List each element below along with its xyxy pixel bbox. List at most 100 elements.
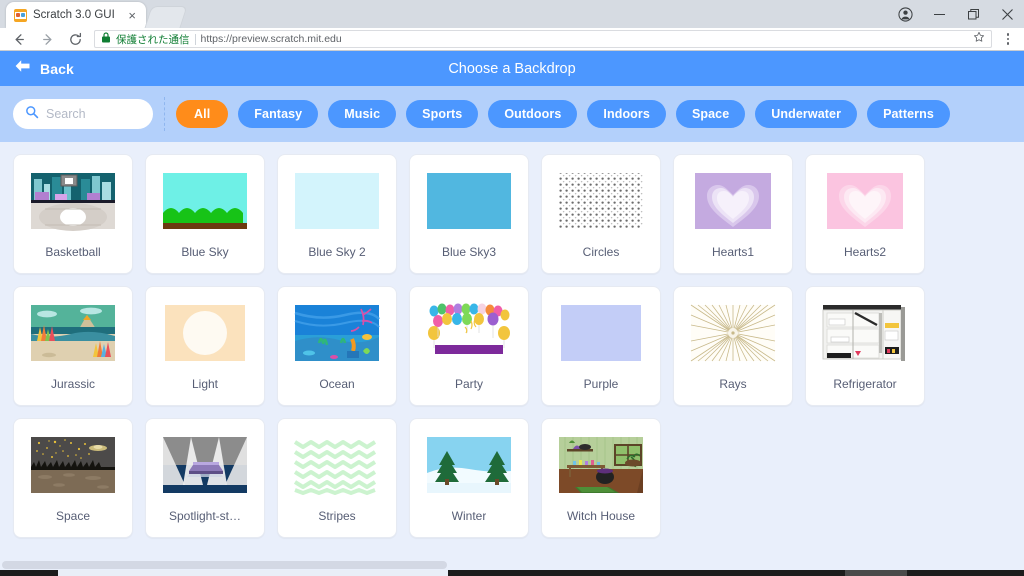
maximize-button[interactable]: [956, 0, 990, 28]
backdrop-name: Light: [191, 377, 219, 391]
backdrop-name: Stripes: [318, 509, 356, 523]
arrow-left-icon: [14, 59, 31, 78]
circles-thumb-icon: [559, 173, 643, 229]
backdrop-card[interactable]: Party: [409, 286, 529, 406]
backdrop-card[interactable]: Hearts1: [673, 154, 793, 274]
back-navigation-icon[interactable]: [6, 28, 32, 50]
backdrop-card[interactable]: Circles: [541, 154, 661, 274]
backdrop-thumbnail: [25, 165, 121, 237]
backdrop-name: Winter: [451, 509, 487, 523]
reload-icon[interactable]: [62, 28, 88, 50]
lock-icon: [101, 30, 111, 48]
scratch-backdrop-library: Back Choose a Backdrop All Fantasy Music: [0, 51, 1024, 570]
tag-sports[interactable]: Sports: [406, 100, 479, 128]
secure-connection-label: 保護された通信: [116, 33, 190, 46]
backdrop-name: Basketball: [45, 245, 101, 259]
tag-fantasy[interactable]: Fantasy: [238, 100, 319, 128]
purple-thumb-icon: [561, 305, 641, 361]
party-thumb-icon: [427, 303, 511, 361]
backdrop-name: Purple: [583, 377, 619, 391]
profile-icon[interactable]: [888, 0, 922, 28]
bookmark-star-icon[interactable]: [973, 30, 985, 48]
browser-tab[interactable]: Scratch 3.0 GUI ×: [6, 2, 146, 28]
tag-space[interactable]: Space: [675, 100, 746, 128]
backdrop-thumbnail: [421, 429, 517, 501]
backdrop-card[interactable]: Rays: [673, 286, 793, 406]
winter-thumb-icon: [427, 437, 511, 493]
backdrop-card[interactable]: Hearts2: [805, 154, 925, 274]
library-filter-bar: All Fantasy Music Sports Outdoors Indoor…: [0, 86, 1024, 142]
backdrop-thumbnail: [553, 165, 649, 237]
backdrop-thumbnail: [157, 297, 253, 369]
backdrop-card[interactable]: Blue Sky: [145, 154, 265, 274]
library-header: Back Choose a Backdrop: [0, 51, 1024, 86]
browser-menu-icon[interactable]: [998, 28, 1018, 50]
backdrop-card[interactable]: Basketball: [13, 154, 133, 274]
backdrop-card[interactable]: Winter: [409, 418, 529, 538]
backdrop-card[interactable]: Refrigerator: [805, 286, 925, 406]
backdrop-card[interactable]: Blue Sky 2: [277, 154, 397, 274]
backdrop-thumbnail: [817, 165, 913, 237]
backdrop-name: Rays: [719, 377, 747, 391]
stripes-thumb-icon: [293, 437, 379, 495]
backdrop-grid-scroll[interactable]: Basketball Blue Sky Blue Sky 2 Blue Sky3…: [0, 142, 1024, 570]
backdrop-card[interactable]: Space: [13, 418, 133, 538]
basketball-thumb-icon: [31, 173, 115, 231]
tag-music[interactable]: Music: [328, 100, 397, 128]
tag-patterns[interactable]: Patterns: [867, 100, 950, 128]
backdrop-name: Blue Sky 2: [308, 245, 366, 259]
tag-indoors[interactable]: Indoors: [587, 100, 666, 128]
light-thumb-icon: [165, 305, 245, 361]
backdrop-card[interactable]: Purple: [541, 286, 661, 406]
blue-sky-thumb-icon: [163, 173, 247, 229]
backdrop-thumbnail: [289, 297, 385, 369]
os-taskbar: [0, 570, 1024, 576]
backdrop-thumbnail: [157, 165, 253, 237]
spotlight-stage-thumb-icon: [163, 437, 247, 493]
backdrop-card[interactable]: Ocean: [277, 286, 397, 406]
tab-title: Scratch 3.0 GUI: [33, 9, 115, 21]
tag-underwater[interactable]: Underwater: [755, 100, 858, 128]
close-window-button[interactable]: [990, 0, 1024, 28]
scrollbar-thumb[interactable]: [2, 561, 447, 569]
search-input[interactable]: [46, 107, 141, 121]
minimize-button[interactable]: [922, 0, 956, 28]
backdrop-name: Jurassic: [50, 377, 95, 391]
backdrop-thumbnail: [289, 429, 385, 501]
jurassic-thumb-icon: [31, 305, 115, 361]
space-thumb-icon: [31, 437, 115, 493]
forward-navigation-icon[interactable]: [34, 28, 60, 50]
blue-sky-3-thumb-icon: [427, 173, 511, 229]
backdrop-thumbnail: [25, 297, 121, 369]
witch-house-thumb-icon: [559, 437, 643, 493]
new-tab-button[interactable]: [144, 6, 188, 28]
browser-window: Scratch 3.0 GUI × 保護された通信 https://previe…: [0, 0, 1024, 576]
backdrop-name: Refrigerator: [833, 377, 897, 391]
backdrop-thumbnail: [553, 429, 649, 501]
backdrop-card[interactable]: Witch House: [541, 418, 661, 538]
backdrop-name: Blue Sky3: [441, 245, 497, 259]
address-bar[interactable]: 保護された通信 https://preview.scratch.mit.edu: [94, 30, 992, 48]
backdrop-thumbnail: [817, 297, 913, 369]
tag-all[interactable]: All: [176, 100, 229, 128]
close-tab-icon[interactable]: ×: [126, 8, 138, 23]
backdrop-card[interactable]: Jurassic: [13, 286, 133, 406]
backdrop-name: Space: [55, 509, 91, 523]
backdrop-thumbnail: [289, 165, 385, 237]
filter-divider: [164, 97, 165, 131]
scratch-cat-favicon: [14, 8, 27, 22]
window-controls: [888, 0, 1024, 28]
search-box[interactable]: [13, 99, 153, 129]
backdrop-thumbnail: [685, 297, 781, 369]
backdrop-card[interactable]: Spotlight-st…: [145, 418, 265, 538]
backdrop-card[interactable]: Light: [145, 286, 265, 406]
backdrop-card[interactable]: Stripes: [277, 418, 397, 538]
back-button[interactable]: Back: [0, 59, 74, 78]
taskbar-gray-segment: [845, 570, 907, 576]
tag-outdoors[interactable]: Outdoors: [488, 100, 578, 128]
backdrop-card[interactable]: Blue Sky3: [409, 154, 529, 274]
backdrop-thumbnail: [157, 429, 253, 501]
omnibox-divider: [194, 33, 196, 45]
horizontal-scrollbar[interactable]: [0, 560, 1024, 570]
backdrop-thumbnail: [421, 297, 517, 369]
